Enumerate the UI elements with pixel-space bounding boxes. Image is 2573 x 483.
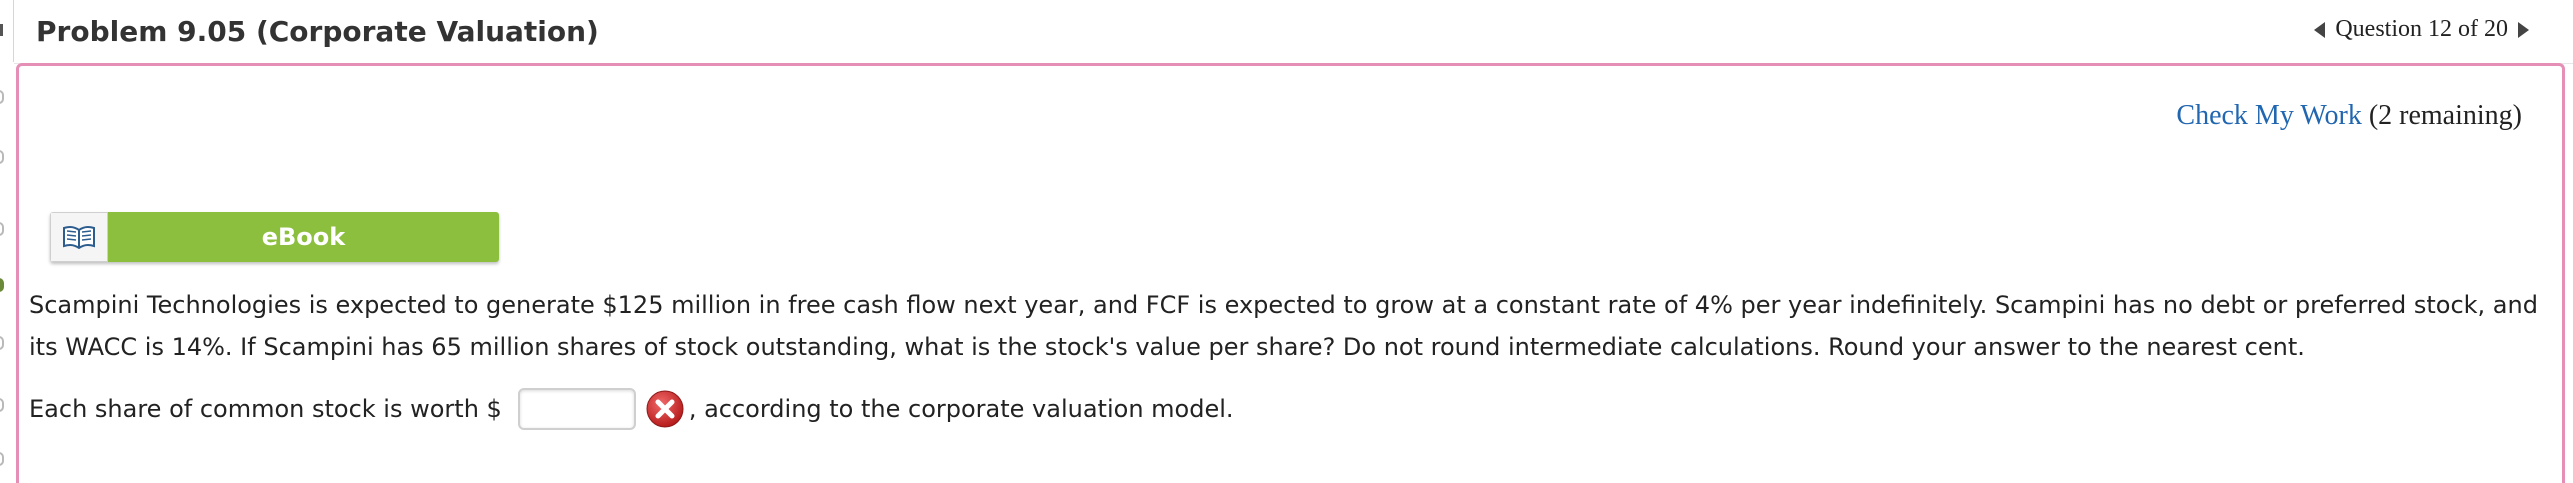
question-status-dot[interactable] xyxy=(0,278,4,292)
gutter-marker xyxy=(0,24,3,36)
ebook-label: eBook xyxy=(108,212,499,262)
left-gutter xyxy=(0,0,14,470)
check-my-work-link[interactable]: Check My Work xyxy=(2176,100,2361,131)
answer-prefix: Each share of common stock is worth $ xyxy=(29,395,502,423)
question-status-dot[interactable] xyxy=(0,90,4,104)
answer-input[interactable] xyxy=(517,388,636,430)
ebook-button[interactable]: eBook xyxy=(50,212,499,262)
problem-header: Problem 9.05 (Corporate Valuation) Quest… xyxy=(14,0,2573,64)
incorrect-x-icon xyxy=(646,390,684,428)
question-status-dot[interactable] xyxy=(0,222,4,236)
attempts-remaining: (2 remaining) xyxy=(2368,100,2522,131)
open-book-icon xyxy=(50,212,108,262)
answer-suffix: , according to the corporate valuation m… xyxy=(688,395,1234,423)
problem-title: Problem 9.05 (Corporate Valuation) xyxy=(36,15,599,48)
problem-text: Scampini Technologies is expected to gen… xyxy=(29,291,2538,361)
question-counter: Question 12 of 20 xyxy=(2335,16,2508,42)
question-status-dot[interactable] xyxy=(0,452,4,466)
answer-row: Each share of common stock is worth $ , … xyxy=(29,384,1234,434)
next-question-icon[interactable] xyxy=(2518,21,2529,38)
question-status-dot[interactable] xyxy=(0,336,4,350)
question-status-dot[interactable] xyxy=(0,150,4,164)
check-my-work: Check My Work (2 remaining) xyxy=(2176,100,2522,132)
question-status-dot[interactable] xyxy=(0,398,4,412)
previous-question-icon[interactable] xyxy=(2314,21,2326,38)
question-navigator: Question 12 of 20 xyxy=(2314,16,2529,43)
